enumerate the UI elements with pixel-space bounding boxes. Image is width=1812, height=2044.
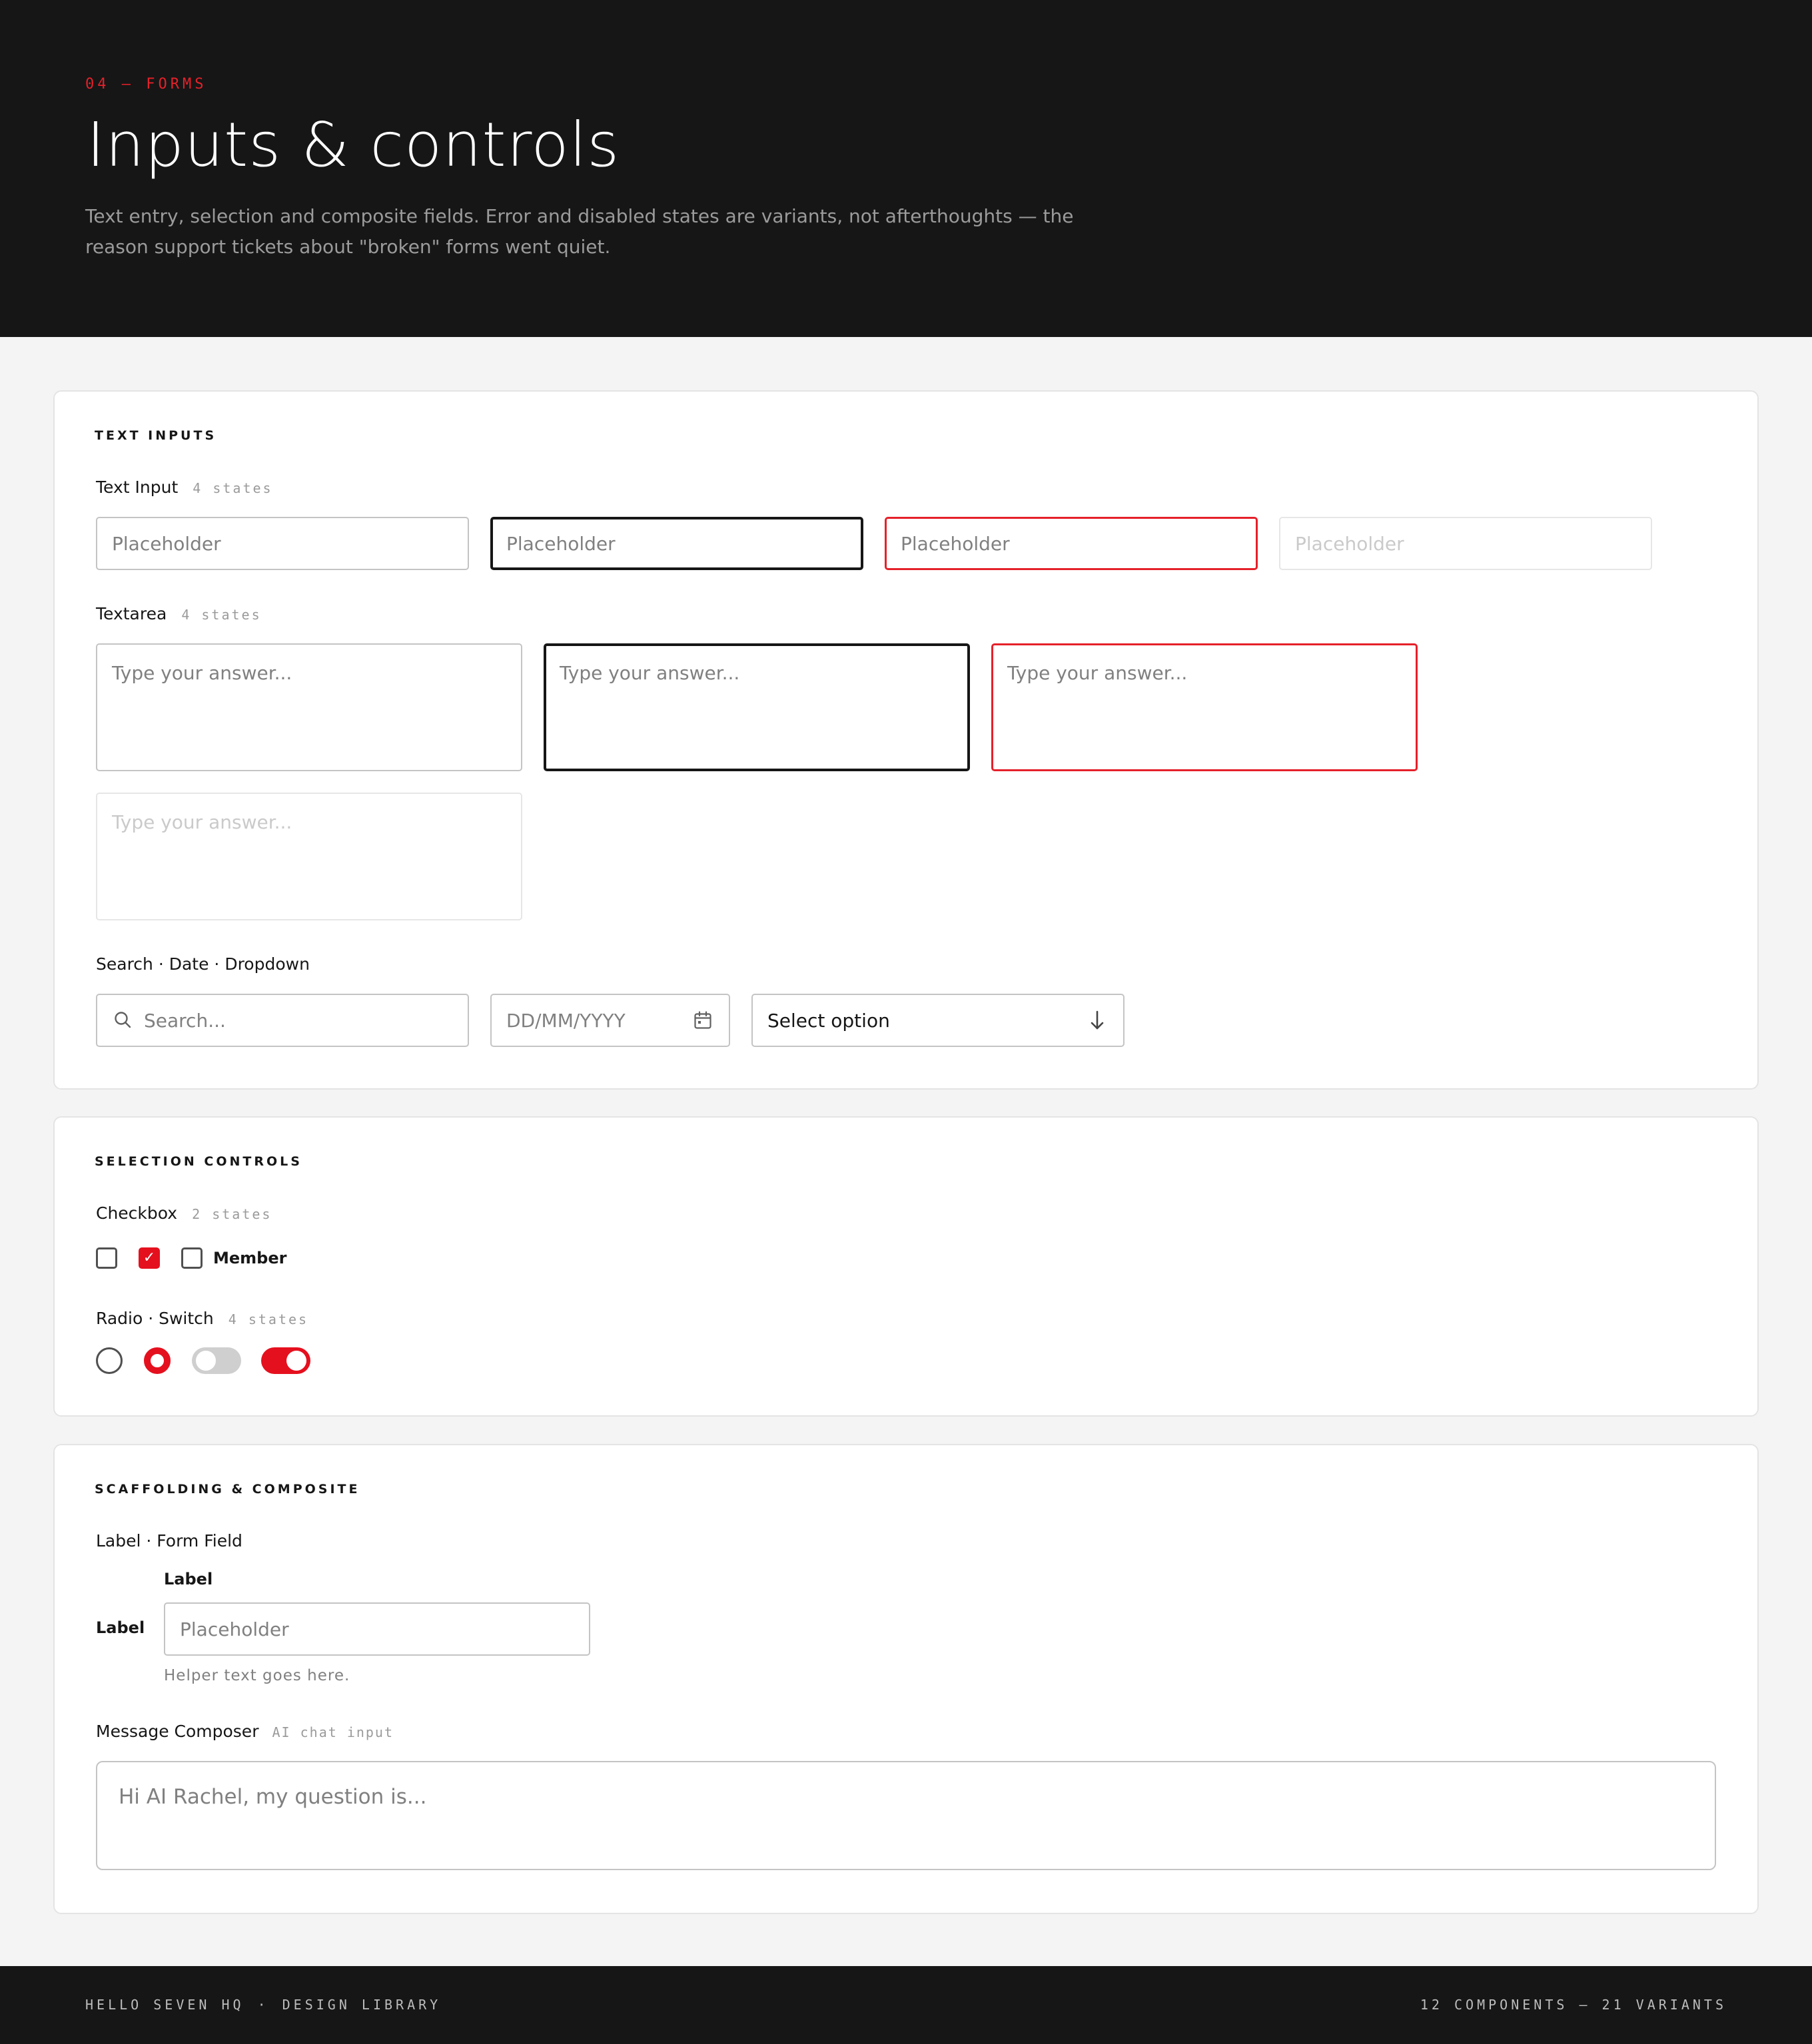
- calendar-icon[interactable]: [693, 1010, 713, 1030]
- text-input-placeholder: Placeholder: [506, 532, 616, 555]
- date-placeholder: DD/MM/YYYY: [506, 1009, 626, 1032]
- textarea-focus[interactable]: Type your answer...: [544, 643, 970, 771]
- switch-knob: [196, 1351, 216, 1371]
- radio-switch-group-label: Radio · Switch 4 states: [96, 1309, 308, 1328]
- form-field-helper-text: Helper text goes here.: [164, 1667, 350, 1684]
- message-composer-placeholder: Hi AI Rachel, my question is...: [119, 1785, 427, 1809]
- search-input[interactable]: Search...: [96, 994, 469, 1047]
- textarea-default[interactable]: Type your answer...: [96, 643, 522, 771]
- switch-knob: [286, 1351, 306, 1371]
- textarea-placeholder: Type your answer...: [112, 811, 292, 833]
- search-icon: [113, 1010, 133, 1030]
- checkbox-member[interactable]: [181, 1247, 203, 1269]
- message-composer-label: Message Composer: [96, 1722, 259, 1741]
- footer-section-name: DESIGN LIBRARY: [282, 1997, 442, 2013]
- textarea-meta: 4 states: [181, 607, 262, 623]
- message-composer-group-label: Message Composer AI chat input: [96, 1722, 394, 1741]
- message-composer-input[interactable]: Hi AI Rachel, my question is...: [96, 1761, 1716, 1870]
- scaffolding-section-title: SCAFFOLDING & COMPOSITE: [95, 1482, 360, 1497]
- radio-switch-meta: 4 states: [228, 1311, 309, 1327]
- switch-on[interactable]: [261, 1347, 310, 1374]
- label-form-field-group-label: Label · Form Field: [96, 1531, 242, 1550]
- footer-brand: HELLO SEVEN HQ · DESIGN LIBRARY: [85, 1997, 441, 2013]
- radio-unselected[interactable]: [96, 1347, 123, 1374]
- radio-switch-label: Radio · Switch: [96, 1309, 214, 1328]
- footer-separator: ·: [257, 1997, 269, 2013]
- checkbox-unchecked[interactable]: [96, 1247, 117, 1269]
- dropdown-value: Select option: [767, 1009, 890, 1032]
- search-date-dropdown-label: Search · Date · Dropdown: [96, 954, 310, 974]
- switch-off[interactable]: [192, 1347, 241, 1374]
- form-field-top-label: Label: [164, 1570, 213, 1588]
- search-placeholder: Search...: [144, 1009, 226, 1032]
- label-form-field-label: Label · Form Field: [96, 1531, 242, 1550]
- message-composer-meta: AI chat input: [272, 1724, 394, 1740]
- arrow-down-icon: [1089, 1010, 1106, 1031]
- text-input-label: Text Input: [96, 478, 179, 497]
- text-input-focus[interactable]: Placeholder: [490, 517, 863, 570]
- text-input-error[interactable]: Placeholder: [885, 517, 1258, 570]
- search-date-dropdown-group-label: Search · Date · Dropdown: [96, 954, 310, 974]
- text-input-placeholder: Placeholder: [1295, 532, 1404, 555]
- text-input-default[interactable]: Placeholder: [96, 517, 469, 570]
- textarea-disabled: Type your answer...: [96, 793, 522, 920]
- text-inputs-section-title: TEXT INPUTS: [95, 428, 217, 443]
- selection-controls-card: [53, 1116, 1759, 1417]
- dropdown-select[interactable]: Select option: [751, 994, 1125, 1047]
- textarea-placeholder: Type your answer...: [1007, 662, 1188, 684]
- text-input-disabled: Placeholder: [1279, 517, 1652, 570]
- text-input-placeholder: Placeholder: [112, 532, 221, 555]
- checkbox-meta: 2 states: [192, 1206, 272, 1222]
- checkbox-label: Checkbox: [96, 1203, 178, 1223]
- date-input[interactable]: DD/MM/YYYY: [490, 994, 730, 1047]
- checkmark-icon: ✓: [143, 1249, 156, 1266]
- footer-stats: 12 COMPONENTS — 21 VARIANTS: [1420, 1997, 1727, 2013]
- text-input-placeholder: Placeholder: [901, 532, 1010, 555]
- page-title: Inputs & controls: [87, 109, 620, 180]
- section-eyebrow: 04 — FORMS: [85, 76, 207, 93]
- textarea-placeholder: Type your answer...: [560, 662, 740, 684]
- form-field-placeholder: Placeholder: [180, 1618, 289, 1640]
- textarea-group-label: Textarea 4 states: [96, 604, 262, 623]
- text-input-group-label: Text Input 4 states: [96, 478, 273, 497]
- textarea-placeholder: Type your answer...: [112, 662, 292, 684]
- text-input-meta: 4 states: [193, 480, 273, 496]
- form-field-input[interactable]: Placeholder: [164, 1602, 590, 1656]
- radio-selected[interactable]: [144, 1347, 171, 1374]
- checkbox-checked[interactable]: ✓: [139, 1247, 160, 1269]
- footer-brand-name: HELLO SEVEN HQ: [85, 1997, 244, 2013]
- textarea-label: Textarea: [96, 604, 167, 623]
- checkbox-group-label: Checkbox 2 states: [96, 1203, 272, 1223]
- page-description: Text entry, selection and composite fiel…: [85, 205, 1074, 258]
- form-field-side-label: Label: [96, 1618, 145, 1637]
- page-footer: HELLO SEVEN HQ · DESIGN LIBRARY 12 COMPONE…: [0, 1966, 1812, 2044]
- checkbox-member-label[interactable]: Member: [213, 1249, 286, 1267]
- textarea-error[interactable]: Type your answer...: [991, 643, 1418, 771]
- page-header: 04 — FORMS Inputs & controls Text entry,…: [0, 0, 1812, 337]
- selection-controls-section-title: SELECTION CONTROLS: [95, 1154, 302, 1169]
